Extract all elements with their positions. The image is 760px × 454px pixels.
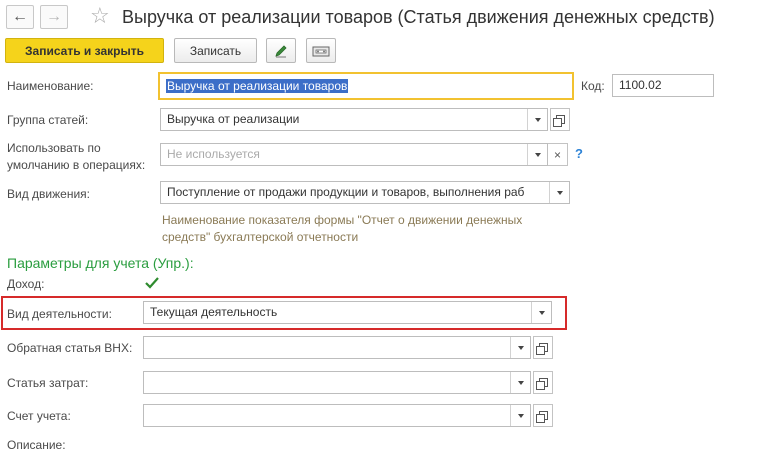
name-label: Наименование: bbox=[7, 79, 94, 93]
group-dropdown-button[interactable] bbox=[527, 109, 547, 130]
account-value bbox=[144, 405, 510, 426]
account-select[interactable] bbox=[143, 404, 531, 427]
chevron-down-icon bbox=[556, 190, 563, 195]
reverse-open-button[interactable] bbox=[533, 336, 553, 359]
edit-button[interactable] bbox=[266, 38, 296, 63]
chevron-down-icon bbox=[517, 380, 524, 385]
default-use-placeholder: Не используется bbox=[167, 147, 260, 161]
group-select[interactable]: Выручка от реализации bbox=[160, 108, 548, 131]
movement-label: Вид движения: bbox=[7, 187, 90, 201]
forward-button[interactable]: → bbox=[40, 5, 68, 29]
code-label: Код: bbox=[581, 79, 605, 93]
close-icon: × bbox=[553, 147, 561, 162]
account-open-button[interactable] bbox=[533, 404, 553, 427]
save-button[interactable]: Записать bbox=[174, 38, 257, 63]
code-field[interactable]: 1100.02 bbox=[612, 74, 714, 97]
open-icon bbox=[535, 411, 548, 423]
reverse-label: Обратная статья ВНХ: bbox=[7, 341, 133, 355]
income-label: Доход: bbox=[7, 277, 45, 291]
report-button[interactable] bbox=[306, 38, 336, 63]
chevron-down-icon bbox=[538, 310, 545, 315]
default-use-dropdown-button[interactable] bbox=[527, 144, 547, 165]
movement-hint-line2: средств" бухгалтерской отчетности bbox=[162, 230, 359, 244]
back-button[interactable]: ← bbox=[6, 5, 34, 29]
printer-icon bbox=[312, 46, 330, 56]
reverse-dropdown-button[interactable] bbox=[510, 337, 530, 358]
account-label: Счет учета: bbox=[7, 409, 71, 423]
chevron-down-icon bbox=[534, 117, 541, 122]
group-value: Выручка от реализации bbox=[167, 112, 300, 126]
open-icon bbox=[535, 343, 548, 355]
name-field[interactable]: Выручка от реализации товаров bbox=[158, 72, 574, 100]
arrow-left-icon: ← bbox=[12, 8, 28, 25]
name-value: Выручка от реализации товаров bbox=[166, 79, 349, 93]
checkmark-icon bbox=[145, 277, 159, 289]
reverse-value bbox=[144, 337, 510, 358]
activity-value: Текущая деятельность bbox=[150, 305, 278, 319]
movement-value: Поступление от продажи продукции и товар… bbox=[167, 185, 525, 199]
movement-dropdown-button[interactable] bbox=[549, 182, 569, 203]
params-section-title: Параметры для учета (Упр.): bbox=[7, 255, 194, 271]
star-icon[interactable]: ☆ bbox=[90, 5, 110, 27]
default-use-label-line1: Использовать по bbox=[7, 141, 101, 155]
movement-select[interactable]: Поступление от продажи продукции и товар… bbox=[160, 181, 570, 204]
window-title: Выручка от реализации товаров (Статья дв… bbox=[122, 7, 715, 27]
arrow-right-icon: → bbox=[46, 8, 62, 25]
save-and-close-button[interactable]: Записать и закрыть bbox=[5, 38, 164, 63]
cost-dropdown-button[interactable] bbox=[510, 372, 530, 393]
default-use-select[interactable]: Не используется bbox=[160, 143, 548, 166]
activity-label: Вид деятельности: bbox=[7, 307, 112, 321]
cost-value bbox=[144, 372, 510, 393]
income-checkbox[interactable] bbox=[143, 274, 161, 292]
activity-dropdown-button[interactable] bbox=[531, 302, 551, 323]
open-icon bbox=[535, 378, 548, 390]
default-use-clear-button[interactable]: × bbox=[548, 143, 568, 166]
group-open-button[interactable] bbox=[550, 108, 570, 131]
default-use-label-line2: умолчанию в операциях: bbox=[7, 158, 146, 172]
pencil-icon bbox=[275, 44, 287, 57]
chevron-down-icon bbox=[517, 345, 524, 350]
description-label: Описание: bbox=[7, 438, 66, 452]
chevron-down-icon bbox=[517, 413, 524, 418]
code-value: 1100.02 bbox=[619, 78, 662, 92]
cost-label: Статья затрат: bbox=[7, 376, 89, 390]
reverse-select[interactable] bbox=[143, 336, 531, 359]
activity-select[interactable]: Текущая деятельность bbox=[143, 301, 552, 324]
group-label: Группа статей: bbox=[7, 113, 89, 127]
cost-select[interactable] bbox=[143, 371, 531, 394]
account-dropdown-button[interactable] bbox=[510, 405, 530, 426]
cost-open-button[interactable] bbox=[533, 371, 553, 394]
chevron-down-icon bbox=[534, 152, 541, 157]
movement-hint-line1: Наименование показателя формы "Отчет о д… bbox=[162, 213, 523, 227]
open-icon bbox=[552, 115, 565, 127]
help-icon[interactable]: ? bbox=[575, 146, 583, 161]
